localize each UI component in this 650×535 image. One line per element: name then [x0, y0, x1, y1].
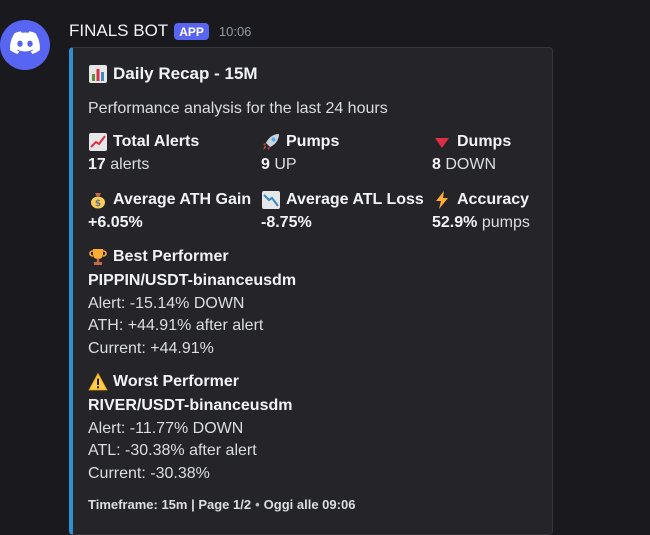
field-value: -8.75% [261, 214, 312, 231]
lightning-icon [432, 190, 452, 210]
bar-chart-icon [88, 64, 108, 84]
username[interactable]: FINALS BOT [69, 21, 168, 41]
embed-title-text: Daily Recap - 15M [113, 64, 258, 83]
chat-message: FINALS BOT APP 10:06 Daily Recap - 15M P… [0, 0, 650, 535]
embed-card: Daily Recap - 15M Performance analysis f… [69, 47, 553, 535]
field-average-atl-loss: Average ATL Loss -8.75% [261, 189, 424, 234]
best-performer-pair: PIPPIN/USDT-binanceusdm [88, 272, 297, 289]
money-bag-icon: $ [88, 190, 108, 210]
message-header: FINALS BOT APP 10:06 [69, 20, 251, 42]
app-badge: APP [174, 22, 209, 40]
field-value: 9 UP [261, 156, 297, 173]
warning-icon [88, 372, 108, 392]
field-pumps: Pumps 9 UP [261, 131, 339, 176]
field-name: Accuracy [457, 191, 530, 208]
field-value: 17 alerts [88, 156, 150, 173]
field-name: Average ATH Gain [113, 191, 252, 208]
worst-performer-atl: ATL: -30.38% after alert [88, 442, 257, 459]
footer-separator: • [255, 497, 260, 512]
field-name: Total Alerts [113, 133, 200, 150]
best-performer-alert: Alert: -15.14% DOWN [88, 294, 245, 312]
embed-footer: Timeframe: 15m | Page 1/2 • Oggi alle 09… [88, 497, 355, 512]
best-performer-block: Best Performer PIPPIN/USDT-binanceusdm A… [88, 246, 296, 360]
chart-decreasing-icon [261, 190, 281, 210]
trophy-icon [88, 247, 108, 267]
best-performer-title: Best Performer [113, 248, 229, 265]
field-dumps: Dumps 8 DOWN [432, 131, 511, 176]
worst-performer-alert: Alert: -11.77% DOWN [88, 419, 244, 437]
field-value: +6.05% [88, 214, 143, 231]
worst-performer-pair: RIVER/USDT-binanceusdm [88, 397, 293, 414]
svg-text:$: $ [95, 199, 101, 209]
field-name: Dumps [457, 133, 512, 150]
footer-text: Timeframe: 15m | Page 1/2 [88, 497, 252, 512]
red-triangle-down-icon [432, 132, 452, 152]
field-value: 8 DOWN [432, 156, 497, 173]
field-accuracy: Accuracy 52.9% pumps [432, 189, 530, 234]
best-performer-current: Current: +44.91% [88, 339, 214, 357]
message-timestamp[interactable]: 10:06 [219, 24, 252, 39]
worst-performer-title: Worst Performer [113, 373, 239, 390]
discord-logo-icon [10, 30, 40, 60]
field-name: Average ATL Loss [286, 191, 424, 208]
rocket-icon [261, 132, 281, 152]
worst-performer-block: Worst Performer RIVER/USDT-binanceusdm A… [88, 371, 292, 485]
field-value: 52.9% pumps [432, 214, 530, 231]
avatar[interactable] [0, 20, 50, 70]
footer-timestamp: Oggi alle 09:06 [263, 497, 356, 512]
field-name: Pumps [286, 133, 340, 150]
best-performer-ath: ATH: +44.91% after alert [88, 317, 264, 334]
field-total-alerts: Total Alerts 17 alerts [88, 131, 199, 176]
embed-description: Performance analysis for the last 24 hou… [88, 100, 388, 117]
field-average-ath-gain: $ Average ATH Gain +6.05% [88, 189, 251, 234]
embed-title: Daily Recap - 15M [88, 64, 258, 84]
worst-performer-current: Current: -30.38% [88, 464, 210, 482]
chart-increasing-icon [88, 132, 108, 152]
